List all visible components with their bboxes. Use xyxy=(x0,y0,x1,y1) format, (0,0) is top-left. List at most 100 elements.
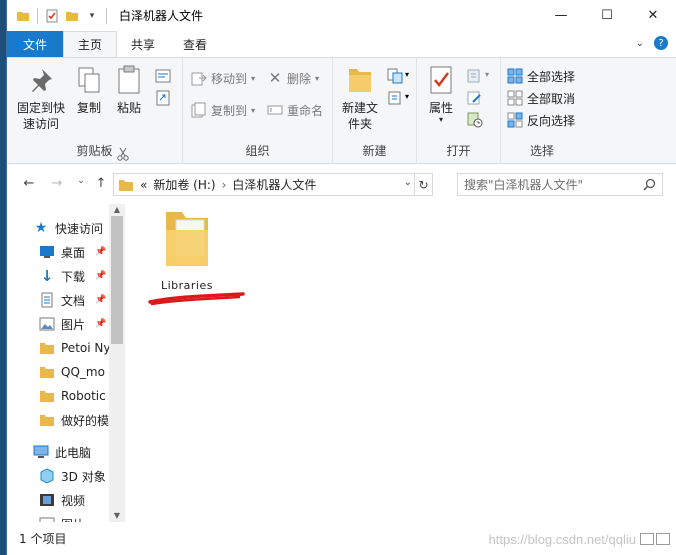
scroll-down-arrow-icon[interactable]: ▼ xyxy=(109,510,125,522)
scroll-up-arrow-icon[interactable]: ▲ xyxy=(109,204,125,216)
ribbon: 固定到快速访问 复制 粘贴 剪贴板 移动到 ▾ 复制到 ▾ ✕ 删除 ▾ 重命名… xyxy=(7,57,676,164)
tab-view[interactable]: 查看 xyxy=(169,31,221,57)
refresh-icon[interactable]: ↻ xyxy=(414,174,432,195)
pin-icon[interactable]: 📌 xyxy=(95,247,106,257)
new-group-label: 新建 xyxy=(362,144,387,158)
properties-check-icon[interactable] xyxy=(44,8,60,24)
folder-icon xyxy=(118,177,134,193)
chevron-down-icon[interactable]: ▾ xyxy=(405,70,409,79)
delete-button[interactable]: ✕ 删除 ▾ xyxy=(267,68,319,88)
recent-locations-chevron-icon[interactable]: ⌄ xyxy=(71,176,91,186)
nav-item-downloads[interactable]: ↓ 下载 xyxy=(39,264,85,288)
new-folder-qat-icon[interactable] xyxy=(64,8,80,24)
close-button[interactable]: ✕ xyxy=(630,0,676,31)
move-to-label: 移动到 xyxy=(211,71,248,86)
nav-item-folder[interactable]: QQ_mo xyxy=(39,360,105,384)
organize-group: 移动到 ▾ 复制到 ▾ ✕ 删除 ▾ 重命名 组织 xyxy=(183,58,333,163)
pin-icon[interactable]: 📌 xyxy=(95,271,106,281)
breadcrumb-drive[interactable]: 新加卷 (H:) xyxy=(153,176,215,193)
rename-button[interactable]: 重命名 xyxy=(267,100,323,120)
file-list: Libraries xyxy=(125,204,676,522)
copy-to-button[interactable]: 复制到 ▾ xyxy=(191,100,255,120)
invert-selection-button[interactable]: 反向选择 xyxy=(507,110,575,130)
chevron-down-icon: ▾ xyxy=(251,73,256,83)
select-all-button[interactable]: 全部选择 xyxy=(507,66,575,86)
easy-access-icon[interactable] xyxy=(387,90,403,106)
pin-label: 固定到快速访问 xyxy=(16,101,65,131)
paste-button[interactable]: 粘贴 xyxy=(111,64,147,116)
folder-icon xyxy=(15,8,31,24)
new-item-icon[interactable] xyxy=(387,68,403,84)
nav-scrollbar[interactable]: ▲ ▼ xyxy=(109,204,125,522)
address-dropdown-icon[interactable]: ⌄ xyxy=(404,177,412,188)
pin-to-quick-access-button[interactable]: 固定到快速访问 xyxy=(13,64,69,132)
select-none-button[interactable]: 全部取消 xyxy=(507,88,575,108)
document-icon xyxy=(39,292,55,308)
nav-item-label: QQ_mo xyxy=(61,365,105,379)
copy-to-label: 复制到 xyxy=(211,103,248,118)
edit-icon[interactable] xyxy=(467,90,483,106)
search-icon[interactable] xyxy=(643,178,656,194)
move-to-icon xyxy=(191,70,207,86)
nav-item-pictures[interactable]: 图片 xyxy=(39,312,85,336)
nav-item-label: 图片 xyxy=(61,317,86,332)
nav-item-pc-pictures[interactable]: 图片 xyxy=(39,512,85,522)
help-icon[interactable]: ? xyxy=(654,36,668,50)
nav-item-desktop[interactable]: 桌面 xyxy=(39,240,85,264)
properties-icon xyxy=(425,64,457,96)
clipboard-group-label: 剪贴板 xyxy=(76,144,113,158)
move-to-button[interactable]: 移动到 ▾ xyxy=(191,68,255,88)
breadcrumb-folder[interactable]: 白泽机器人文件 xyxy=(232,176,316,193)
maximize-button[interactable]: ☐ xyxy=(584,0,630,31)
rename-icon xyxy=(267,102,283,118)
large-icons-view-icon[interactable] xyxy=(656,533,670,545)
up-arrow-icon[interactable]: ↑ xyxy=(91,176,111,191)
file-item-libraries[interactable]: Libraries xyxy=(149,208,225,292)
nav-item-folder[interactable]: Robotic xyxy=(39,384,106,408)
nav-item-folder[interactable]: Petoi Ny xyxy=(39,336,109,360)
copy-button[interactable]: 复制 xyxy=(71,64,107,116)
minimize-button[interactable]: — xyxy=(538,0,584,31)
search-input[interactable]: 搜索"白泽机器人文件" xyxy=(464,176,583,193)
search-box[interactable]: 搜索"白泽机器人文件" xyxy=(457,173,663,196)
qat-divider xyxy=(106,7,107,24)
nav-item-folder[interactable]: 做好的模 xyxy=(39,408,109,432)
pin-icon[interactable]: 📌 xyxy=(95,295,106,305)
tab-home[interactable]: 主页 xyxy=(63,31,118,57)
scrollbar-thumb[interactable] xyxy=(111,216,123,344)
nav-item-videos[interactable]: 视频 xyxy=(39,488,85,512)
folder-icon xyxy=(39,388,55,404)
address-bar[interactable]: « 新加卷 (H:) › 白泽机器人文件 ⌄ ↻ xyxy=(113,173,433,196)
copy-path-icon[interactable] xyxy=(155,68,171,84)
select-all-icon xyxy=(507,68,523,84)
properties-button[interactable]: 属性 ▾ xyxy=(423,64,459,124)
ribbon-tab-actions: ⌄ ? xyxy=(636,36,668,50)
breadcrumb-separator[interactable]: › xyxy=(222,178,227,192)
new-folder-icon xyxy=(344,64,376,96)
chevron-down-icon[interactable]: ▾ xyxy=(405,92,409,101)
tab-share[interactable]: 共享 xyxy=(117,31,169,57)
back-arrow-icon[interactable]: ← xyxy=(19,176,39,191)
title-bar: ▾ 白泽机器人文件 — ☐ ✕ xyxy=(7,0,676,31)
pin-icon[interactable]: 📌 xyxy=(95,319,106,329)
nav-item-documents[interactable]: 文档 xyxy=(39,288,85,312)
paste-icon xyxy=(113,64,145,96)
paste-shortcut-icon[interactable] xyxy=(155,90,171,106)
watermark-text: https://blog.csdn.net/qqliu xyxy=(488,532,636,547)
nav-item-3d-objects[interactable]: 3D 对象 xyxy=(39,464,106,488)
history-icon[interactable] xyxy=(467,112,483,128)
qat-dropdown-icon[interactable]: ▾ xyxy=(84,8,100,24)
open-icon[interactable] xyxy=(467,68,483,84)
tab-file[interactable]: 文件 xyxy=(7,31,64,57)
quick-access-toolbar: ▾ xyxy=(7,0,109,31)
new-folder-button[interactable]: 新建文件夹 xyxy=(337,64,383,132)
chevron-down-icon[interactable]: ▾ xyxy=(485,70,489,79)
status-bar: 1 个项目 https://blog.csdn.net/qqliu xyxy=(7,522,676,555)
window-controls: — ☐ ✕ xyxy=(538,0,676,31)
nav-this-pc[interactable]: 此电脑 xyxy=(33,440,91,464)
details-view-icon[interactable] xyxy=(640,533,654,545)
nav-quick-access[interactable]: ★ 快速访问 xyxy=(33,216,103,240)
chevron-down-icon[interactable]: ⌄ xyxy=(636,38,644,49)
forward-arrow-icon[interactable]: → xyxy=(47,176,67,191)
address-overflow[interactable]: « xyxy=(140,178,147,192)
